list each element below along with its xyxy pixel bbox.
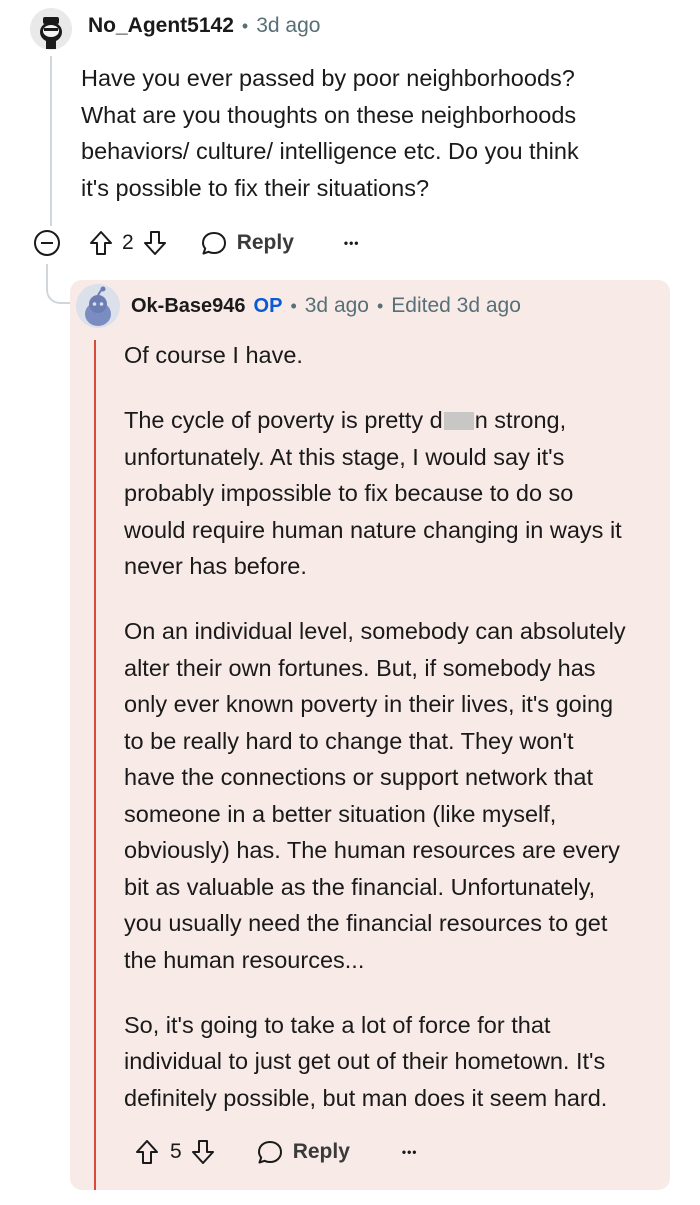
avatar[interactable] bbox=[30, 8, 72, 50]
minus-icon bbox=[41, 242, 53, 244]
comment-line: you usually need the financial resources… bbox=[124, 910, 608, 936]
thread-line[interactable] bbox=[94, 340, 96, 1190]
downvote-button[interactable] bbox=[142, 229, 168, 257]
comment-line: never has before. bbox=[124, 553, 307, 579]
reply-label: Reply bbox=[236, 231, 294, 254]
separator-dot: • bbox=[290, 295, 297, 316]
downvote-arrow-icon bbox=[143, 231, 166, 255]
reply-button[interactable]: Reply bbox=[200, 229, 294, 257]
comment-line: So, it's going to take a lot of force fo… bbox=[124, 1011, 551, 1038]
op-badge: OP bbox=[253, 294, 283, 317]
comment-line: bit as valuable as the financial. Unfort… bbox=[124, 873, 596, 900]
timestamp[interactable]: 3d ago bbox=[305, 294, 369, 318]
collapse-thread-button[interactable] bbox=[34, 230, 60, 256]
comment-line: unfortunately. At this stage, I would sa… bbox=[124, 443, 565, 470]
comment-line: On an individual level, somebody can abs… bbox=[124, 618, 626, 644]
comment-body: Have you ever passed by poor neighborhoo… bbox=[81, 60, 681, 206]
comment-paragraph: The cycle of poverty is pretty d n strong… bbox=[124, 402, 669, 439]
comment-line: would require human nature changing in w… bbox=[124, 516, 622, 543]
downvote-arrow-icon bbox=[191, 1140, 214, 1164]
username[interactable]: No_Agent5142 bbox=[88, 14, 234, 38]
reply-button[interactable]: Reply bbox=[256, 1138, 350, 1166]
timestamp[interactable]: 3d ago bbox=[256, 14, 320, 38]
text-fragment: n strong, bbox=[474, 407, 567, 433]
comment-line: Have you ever passed by poor neighborhoo… bbox=[81, 65, 575, 91]
comment-body: Of course I have. The cycle of poverty i… bbox=[124, 337, 669, 1116]
comment-line: alter their own fortunes. But, if somebo… bbox=[124, 654, 596, 681]
snoo-avatar-icon bbox=[76, 284, 120, 328]
text-fragment: The cycle of poverty is pretty d bbox=[124, 407, 443, 433]
comment-line: individual to just get out of their home… bbox=[124, 1048, 606, 1074]
avatar[interactable] bbox=[76, 284, 120, 328]
comment-line: to be really hard to change that. They w… bbox=[124, 727, 574, 754]
comment-line: probably impossible to fix because to do… bbox=[124, 480, 574, 506]
upvote-arrow-icon bbox=[136, 1140, 158, 1164]
more-options-button[interactable]: ••• bbox=[402, 1145, 418, 1159]
comment-line: What are you thoughts on these neighborh… bbox=[81, 101, 577, 128]
thread-line[interactable] bbox=[50, 56, 52, 226]
vote-count: 5 bbox=[170, 1140, 182, 1163]
comment-action-bar: 2 Reply ••• bbox=[88, 229, 359, 257]
comment-line: behaviors/ culture/ intelligence etc. Do… bbox=[81, 138, 579, 164]
username[interactable]: Ok-Base946 bbox=[131, 295, 246, 318]
downvote-button[interactable] bbox=[190, 1138, 216, 1166]
upvote-button[interactable] bbox=[88, 229, 114, 257]
comment-line: the human resources... bbox=[124, 946, 365, 973]
comment-line: only ever known poverty in their lives, … bbox=[124, 691, 614, 717]
reply-comment-header: Ok-Base946 OP • 3d ago • Edited 3d ago bbox=[131, 294, 521, 318]
edited-label: Edited 3d ago bbox=[391, 294, 521, 317]
vote-count: 2 bbox=[122, 231, 134, 254]
reply-label: Reply bbox=[292, 1140, 350, 1163]
comment-line: definitely possible, but man does it see… bbox=[124, 1084, 608, 1111]
comment-line: someone in a better situation (like myse… bbox=[124, 800, 557, 827]
separator-dot: • bbox=[376, 295, 384, 316]
censor-blur bbox=[443, 412, 474, 430]
speech-bubble-icon bbox=[201, 232, 226, 255]
snoo-avatar-icon bbox=[30, 8, 72, 50]
comment-action-bar: 5 Reply ••• bbox=[134, 1138, 417, 1166]
comment-line: it's possible to fix their situations? bbox=[81, 174, 430, 201]
speech-bubble-icon bbox=[257, 1141, 282, 1164]
parent-comment-header: No_Agent5142 • 3d ago bbox=[88, 14, 320, 38]
separator-dot: • bbox=[241, 15, 249, 36]
upvote-button[interactable] bbox=[134, 1138, 160, 1166]
thread-connector bbox=[46, 264, 70, 304]
comment-paragraph: Of course I have. bbox=[124, 342, 303, 368]
more-options-button[interactable]: ••• bbox=[344, 236, 360, 250]
comment-line: have the connections or support network … bbox=[124, 764, 593, 790]
upvote-arrow-icon bbox=[90, 231, 112, 255]
comment-line: obviously) has. The human resources are … bbox=[124, 837, 620, 863]
